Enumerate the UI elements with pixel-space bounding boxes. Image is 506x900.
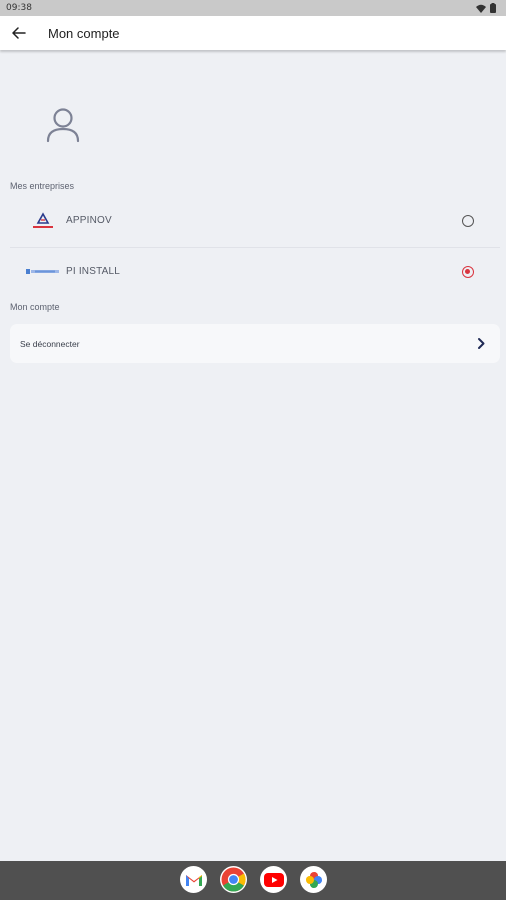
app-dock [180, 866, 327, 893]
company-radio-selected[interactable] [462, 266, 474, 278]
companies-section-label: Mes entreprises [10, 181, 75, 191]
company-row-appinov[interactable]: APPINOV [10, 198, 500, 244]
back-button[interactable] [8, 22, 30, 44]
youtube-icon [263, 872, 284, 887]
pi-install-logo [26, 269, 59, 274]
page-title: Mon compte [48, 26, 120, 41]
gmail-icon [185, 874, 202, 886]
divider [10, 247, 500, 248]
company-name: PI INSTALL [66, 266, 121, 277]
company-radio[interactable] [462, 215, 474, 227]
company-row-pi-install[interactable]: PI INSTALL [10, 249, 500, 295]
app-bar: Mon compte [0, 16, 506, 50]
google-photos-app[interactable] [300, 866, 327, 893]
gmail-app[interactable] [180, 866, 207, 893]
account-section-label: Mon compte [10, 302, 60, 312]
appinov-logo [33, 212, 53, 228]
status-bar: 09:38 [0, 0, 506, 16]
wifi-icon [476, 4, 486, 13]
user-avatar-icon [46, 108, 80, 143]
youtube-app[interactable] [260, 866, 287, 893]
status-icons [476, 3, 496, 13]
company-name: APPINOV [66, 215, 112, 226]
status-time: 09:38 [6, 3, 32, 13]
battery-icon [490, 3, 496, 13]
arrow-back-icon [12, 27, 26, 39]
logout-label: Se déconnecter [20, 339, 80, 349]
google-photos-icon [305, 871, 322, 888]
logout-button[interactable]: Se déconnecter [10, 324, 500, 363]
chevron-right-icon [478, 338, 485, 349]
chrome-icon [221, 867, 246, 892]
chrome-app[interactable] [220, 866, 247, 893]
